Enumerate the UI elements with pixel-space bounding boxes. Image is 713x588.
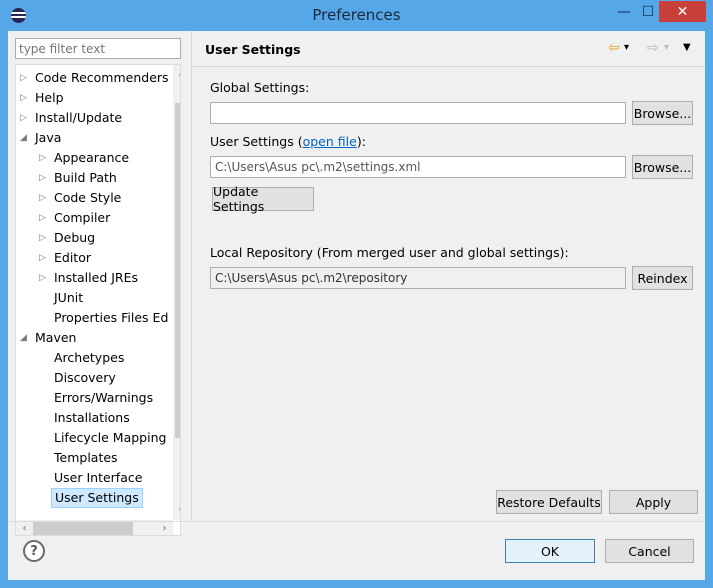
collapsed-triangle-icon[interactable]: ▷ [39,148,49,168]
tree-item-label: Discovery [54,370,116,385]
tree-item-label: Properties Files Ed [54,310,169,325]
open-file-link[interactable]: open file [303,134,357,149]
reindex-button[interactable]: Reindex [632,266,693,290]
tree-item-label: Installations [54,410,130,425]
tree-vertical-scrollbar[interactable]: ∧ ∨ [173,65,180,520]
button-bar-separator [8,521,705,522]
close-button[interactable]: ✕ [659,1,706,22]
tree-item-label: Debug [54,230,96,245]
apply-button[interactable]: Apply [609,490,698,514]
vertical-scroll-thumb[interactable] [175,103,180,438]
preference-page: User Settings ⇦ ▾ ⇨ ▾ ▼ Global Settings:… [192,31,705,521]
page-title: User Settings [205,42,301,57]
dialog-body: ▷ Code Recommenders ▷ Help ▷ Install/Update ◢ J… [8,31,705,580]
tree-item-label: Code Style [54,190,122,205]
view-menu-icon[interactable]: ▼ [683,39,691,57]
tree-item-label: Maven [35,330,77,345]
tree-item-label: User Interface [54,470,143,485]
minimize-button[interactable]: — [610,1,638,23]
horizontal-scroll-thumb[interactable] [33,522,133,535]
scroll-down-icon[interactable]: ∨ [173,503,180,520]
tree-item-label: Editor [54,250,91,265]
tree-item-label: Archetypes [54,350,125,365]
ok-button[interactable]: OK [505,539,595,563]
collapsed-triangle-icon[interactable]: ▷ [20,68,30,88]
user-settings-label: User Settings (open file): [210,134,366,149]
tree-item-label: Java [35,130,62,145]
window-title: Preferences [312,6,401,24]
scroll-left-icon[interactable]: ‹ [16,520,33,535]
expanded-triangle-icon[interactable]: ◢ [20,128,30,148]
tree-item-label: Installed JREs [54,270,139,285]
back-icon[interactable]: ⇦ [608,39,620,57]
cancel-button[interactable]: Cancel [605,539,694,563]
tree-item-label: JUnit [54,290,84,305]
global-settings-label: Global Settings: [210,80,310,95]
global-settings-input[interactable] [210,102,626,124]
back-dropdown-icon[interactable]: ▾ [624,39,629,57]
restore-defaults-button[interactable]: Restore Defaults [496,490,602,514]
collapsed-triangle-icon[interactable]: ▷ [39,268,49,288]
tree-item-label: Lifecycle Mapping [54,430,167,445]
title-bar[interactable]: Preferences — ☐ ✕ [0,0,713,31]
tree-item-label: Code Recommenders [35,70,169,85]
user-settings-input[interactable]: C:\Users\Asus pc\.m2\settings.xml [210,156,626,178]
tree-item-label: Build Path [54,170,117,185]
update-settings-button[interactable]: Update Settings [212,184,314,214]
tree-item-label: User Settings [51,488,143,508]
scroll-right-icon[interactable]: › [156,520,173,535]
tree-horizontal-scrollbar[interactable]: ‹ › [16,520,173,535]
forward-icon[interactable]: ⇨ [647,39,659,57]
tree-item-label: Install/Update [35,110,123,125]
collapsed-triangle-icon[interactable]: ▷ [39,248,49,268]
collapsed-triangle-icon[interactable]: ▷ [39,208,49,228]
tree-item-label: Compiler [54,210,111,225]
maximize-button[interactable]: ☐ [638,1,658,23]
tree-item-label: Appearance [54,150,130,165]
forward-dropdown-icon[interactable]: ▾ [664,39,669,57]
global-browse-button[interactable]: Browse... [632,101,693,125]
page-header: User Settings ⇦ ▾ ⇨ ▾ ▼ [192,31,705,67]
scroll-up-icon[interactable]: ∧ [173,65,180,82]
filter-input[interactable] [15,38,181,59]
preference-tree[interactable]: ▷ Code Recommenders ▷ Help ▷ Install/Update ◢ J… [15,64,181,536]
collapsed-triangle-icon[interactable]: ▷ [20,108,30,128]
help-icon[interactable]: ? [23,540,45,562]
user-settings-label-text: User Settings ( [210,134,303,149]
collapsed-triangle-icon[interactable]: ▷ [39,168,49,188]
collapsed-triangle-icon[interactable]: ▷ [39,188,49,208]
collapsed-triangle-icon[interactable]: ▷ [20,88,30,108]
tree-item-label: Templates [54,450,118,465]
tree-item-label: Errors/Warnings [54,390,154,405]
tree-item-label: Help [35,90,64,105]
user-browse-button[interactable]: Browse... [632,155,693,179]
expanded-triangle-icon[interactable]: ◢ [20,328,30,348]
collapsed-triangle-icon[interactable]: ▷ [39,228,49,248]
user-settings-label-end: ): [356,134,366,149]
preferences-window: Preferences — ☐ ✕ ▷ Code Recommenders ▷ Hel… [0,0,713,588]
local-repository-label: Local Repository (From merged user and g… [210,245,569,260]
local-repository-field: C:\Users\Asus pc\.m2\repository [210,267,626,289]
